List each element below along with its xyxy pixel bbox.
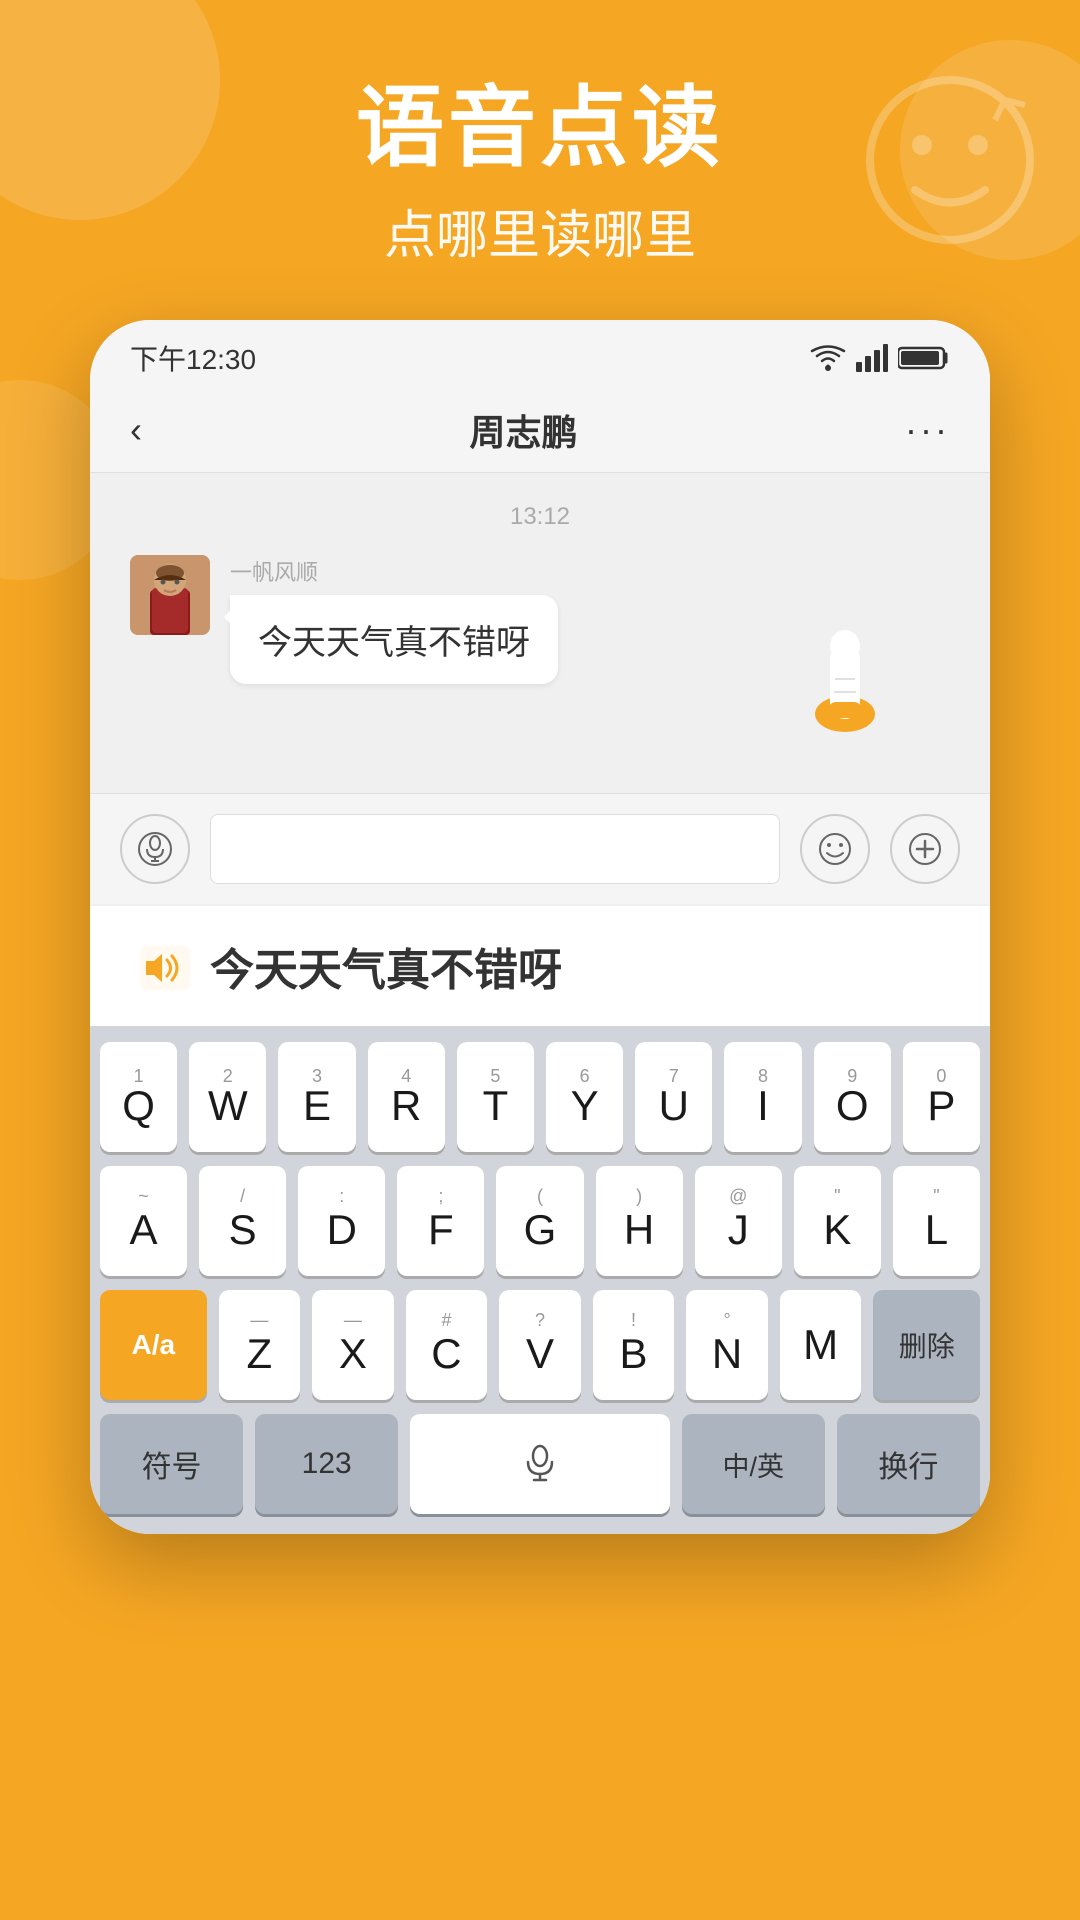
status-bar: 下午12:30 bbox=[90, 320, 990, 388]
nav-title: 周志鹏 bbox=[470, 404, 578, 456]
key-symbol[interactable]: 符号 bbox=[100, 1414, 243, 1514]
key-v[interactable]: ? V bbox=[499, 1290, 581, 1400]
avatar-image bbox=[130, 555, 210, 635]
status-icons bbox=[810, 344, 950, 372]
key-g[interactable]: ( G bbox=[496, 1166, 583, 1276]
keyboard-row-1: 1 Q 2 W 3 E 4 R 5 T 6 Y bbox=[100, 1042, 980, 1152]
battery-icon bbox=[898, 344, 950, 372]
phone-mockup: 下午12:30 bbox=[90, 320, 990, 1534]
sender-name: 一帆风顺 bbox=[230, 555, 558, 587]
key-q[interactable]: 1 Q bbox=[100, 1042, 177, 1152]
emoji-icon bbox=[817, 831, 853, 867]
key-z[interactable]: — Z bbox=[219, 1290, 301, 1400]
key-d[interactable]: : D bbox=[298, 1166, 385, 1276]
plus-icon bbox=[907, 831, 943, 867]
emoji-button[interactable] bbox=[800, 814, 870, 884]
signal-icon bbox=[856, 344, 888, 372]
text-input[interactable] bbox=[210, 814, 780, 884]
voice-button[interactable] bbox=[120, 814, 190, 884]
add-button[interactable] bbox=[890, 814, 960, 884]
main-title: 语音点读 bbox=[0, 80, 1080, 177]
nav-back-button[interactable]: ‹ bbox=[130, 409, 142, 451]
key-e[interactable]: 3 E bbox=[278, 1042, 355, 1152]
message-content: 一帆风顺 今天天气真不错呀 bbox=[230, 555, 558, 684]
key-m[interactable]: M bbox=[780, 1290, 862, 1400]
key-b[interactable]: ! B bbox=[593, 1290, 675, 1400]
key-123[interactable]: 123 bbox=[255, 1414, 398, 1514]
key-f[interactable]: ; F bbox=[397, 1166, 484, 1276]
status-time: 下午12:30 bbox=[130, 338, 256, 378]
key-n[interactable]: ° N bbox=[686, 1290, 768, 1400]
key-delete[interactable]: 删除 bbox=[873, 1290, 980, 1400]
input-bar bbox=[90, 793, 990, 904]
message-bubble[interactable]: 今天天气真不错呀 bbox=[230, 595, 558, 684]
hand-pointer bbox=[790, 584, 910, 734]
nav-more-button[interactable]: ··· bbox=[905, 409, 950, 451]
highlight-bar: 今天天气真不错呀 bbox=[90, 904, 990, 1026]
avatar bbox=[130, 555, 210, 635]
key-r[interactable]: 4 R bbox=[368, 1042, 445, 1152]
key-y[interactable]: 6 Y bbox=[546, 1042, 623, 1152]
keyboard-row-2: ~ A / S : D ; F ( G ) H bbox=[100, 1166, 980, 1276]
key-x[interactable]: — X bbox=[312, 1290, 394, 1400]
chat-message: 一帆风顺 今天天气真不错呀 bbox=[130, 555, 950, 684]
wifi-icon bbox=[810, 344, 846, 372]
key-enter[interactable]: 换行 bbox=[837, 1414, 980, 1514]
key-capslock[interactable]: A/a bbox=[100, 1290, 207, 1400]
key-w[interactable]: 2 W bbox=[189, 1042, 266, 1152]
keyboard-area: 1 Q 2 W 3 E 4 R 5 T 6 Y bbox=[90, 1026, 990, 1534]
key-space[interactable] bbox=[410, 1414, 669, 1514]
highlight-sound-icon bbox=[140, 941, 190, 991]
key-t[interactable]: 5 T bbox=[457, 1042, 534, 1152]
message-text: 今天天气真不错呀 bbox=[258, 624, 530, 662]
key-i[interactable]: 8 I bbox=[724, 1042, 801, 1152]
key-j[interactable]: @ J bbox=[695, 1166, 782, 1276]
voice-icon bbox=[137, 831, 173, 867]
microphone-icon bbox=[518, 1442, 562, 1486]
key-a[interactable]: ~ A bbox=[100, 1166, 187, 1276]
key-p[interactable]: 0 P bbox=[903, 1042, 980, 1152]
key-u[interactable]: 7 U bbox=[635, 1042, 712, 1152]
chat-timestamp: 13:12 bbox=[130, 503, 950, 531]
key-l[interactable]: " L bbox=[893, 1166, 980, 1276]
keyboard-row-4: 符号 123 中/英 换行 bbox=[100, 1414, 980, 1514]
chat-area: 13:12 一帆风顺 今天天气真不错呀 bbox=[90, 473, 990, 793]
key-c[interactable]: # C bbox=[406, 1290, 488, 1400]
key-s[interactable]: / S bbox=[199, 1166, 286, 1276]
key-o[interactable]: 9 O bbox=[814, 1042, 891, 1152]
key-lang[interactable]: 中/英 bbox=[682, 1414, 825, 1514]
sound-icon bbox=[140, 946, 190, 990]
key-k[interactable]: " K bbox=[794, 1166, 881, 1276]
nav-bar: ‹ 周志鹏 ··· bbox=[90, 388, 990, 473]
key-h[interactable]: ) H bbox=[596, 1166, 683, 1276]
highlight-text: 今天天气真不错呀 bbox=[210, 934, 562, 998]
sub-title: 点哪里读哪里 bbox=[0, 193, 1080, 268]
keyboard-row-3: A/a — Z — X # C ? V ! B ° bbox=[100, 1290, 980, 1400]
header-area: 语音点读 点哪里读哪里 bbox=[0, 80, 1080, 268]
